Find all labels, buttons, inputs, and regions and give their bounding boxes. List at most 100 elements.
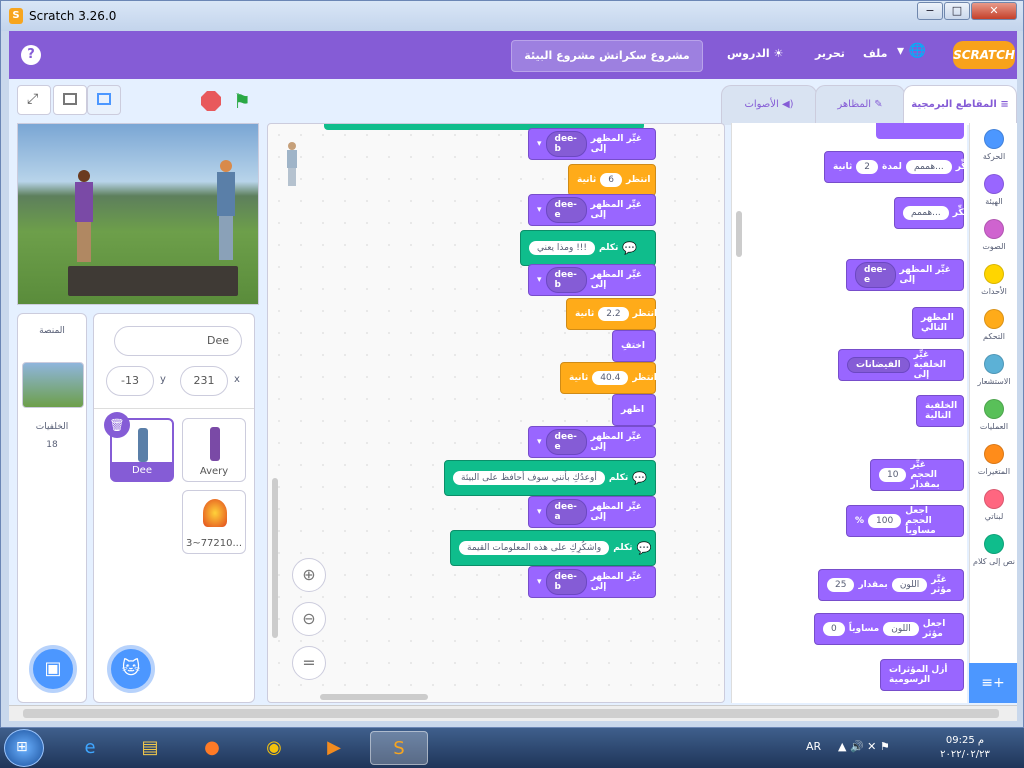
costume-dropdown[interactable]: dee-b	[545, 267, 587, 293]
palette-block[interactable]: اجعل مؤثر اللون مساوياً 0	[814, 613, 964, 645]
explorer-icon[interactable]: ▤	[128, 731, 172, 765]
dee-sprite-on-stage[interactable]	[216, 160, 236, 260]
chrome-icon[interactable]: ◉	[252, 731, 296, 765]
scratch-logo[interactable]: SCRATCH	[953, 41, 1015, 69]
project-title-input[interactable]: مشروع سكراتش مشروع البيئة الجديد	[511, 40, 703, 92]
script-block[interactable]: غيِّر المظهر إلى dee-b ▾	[528, 566, 656, 598]
media-player-icon[interactable]: ▶	[312, 731, 356, 765]
scratch-taskbar-icon[interactable]: S	[370, 731, 428, 765]
script-block[interactable]: اختفِ	[612, 330, 656, 362]
category-item[interactable]: لبناتي	[970, 489, 1018, 521]
tab-costumes[interactable]: المظاهر ✎	[815, 85, 905, 125]
maximize-button[interactable]: □	[944, 2, 970, 20]
script-block[interactable]: غيِّر المظهر إلى dee-a ▾	[528, 496, 656, 528]
close-button[interactable]: ✕	[971, 2, 1017, 20]
code-vscrollbar[interactable]	[272, 478, 278, 638]
zoom-in-button[interactable]: ⊕	[292, 558, 326, 592]
block-dropdown[interactable]: اللون	[891, 578, 928, 592]
globe-icon[interactable]: ▾ 🌐	[897, 43, 926, 59]
tab-code[interactable]: المقاطع البرمجية ≡	[903, 85, 1017, 125]
file-menu[interactable]: ملف	[863, 47, 887, 60]
block-input[interactable]: 40.4	[592, 371, 629, 385]
script-block[interactable]: غيِّر المظهر إلى dee-e ▾	[528, 194, 656, 226]
choose-sprite-button[interactable]: 🐱	[107, 645, 155, 693]
costume-dropdown[interactable]: dee-b	[545, 131, 587, 157]
avery-sprite-on-stage[interactable]	[74, 170, 94, 266]
tutorials-menu[interactable]: الدروس ☀	[727, 47, 783, 60]
palette-block[interactable]: غيِّر المظهر إلى dee-e	[846, 259, 964, 291]
costume-dropdown[interactable]: dee-b	[545, 569, 587, 595]
category-item[interactable]: نص إلى كلام	[970, 534, 1018, 566]
zoom-out-button[interactable]: ⊖	[292, 602, 326, 636]
script-block[interactable]: 💬 تكلم أوعدُكِ بأنني سوف أحافظ على البيئة	[444, 460, 656, 496]
palette-block[interactable]: أزل المؤثرات الرسومية	[880, 659, 964, 691]
sprite-x-input[interactable]: 231	[180, 366, 228, 396]
category-item[interactable]: الأحداث	[970, 264, 1018, 296]
firefox-icon[interactable]: ●	[190, 731, 234, 765]
sprite-y-input[interactable]: -13	[106, 366, 154, 396]
palette-block[interactable]: غيِّر الحجم بمقدار 10	[870, 459, 964, 491]
block-input[interactable]: 2	[856, 160, 879, 174]
script-block[interactable]: غيِّر المظهر إلى dee-b ▾	[528, 128, 656, 160]
script-block[interactable]: غيِّر المظهر إلى dee-e ▾	[528, 426, 656, 458]
palette-block[interactable]: اجعل الحجم مساوياً 100%	[846, 505, 964, 537]
tray-icons[interactable]: ▲ 🔊 ✕ ⚑	[838, 740, 890, 753]
palette-block[interactable]: غيِّر الخلفية إلى الفيضانات	[838, 349, 964, 381]
block-input[interactable]: 25	[827, 578, 855, 592]
fullscreen-button[interactable]: ⤢	[17, 85, 51, 115]
code-workspace[interactable]: غيِّر المظهر إلى dee-b ▾ انتظر 6 ثانية غيِّر ا…	[267, 123, 725, 703]
green-flag-icon[interactable]: ⚑	[233, 89, 251, 113]
add-extension-button[interactable]: ≡+	[969, 663, 1017, 703]
edit-menu[interactable]: تحرير	[815, 47, 845, 60]
block-dropdown[interactable]: اللون	[883, 622, 919, 636]
palette-block[interactable]: فكِّرهممم...	[894, 197, 967, 229]
tab-sounds[interactable]: الأصوات ◀)	[721, 85, 817, 125]
script-block[interactable]: 💬 تكلم واشكُرِكِ على هذه المعلومات القيمة	[450, 530, 656, 566]
script-block[interactable]: انتظر 2.2 ثانية	[566, 298, 657, 330]
sprite-name-input[interactable]: Dee	[114, 326, 242, 356]
palette-block[interactable]: فكِّرهممم...لمدة2ثانية	[824, 151, 967, 183]
hscroll-thumb[interactable]	[23, 709, 999, 718]
help-button[interactable]: ?	[21, 45, 41, 65]
block-input[interactable]: هممم...	[905, 160, 952, 174]
block-dropdown[interactable]: dee-e	[855, 262, 896, 288]
palette-scrollbar[interactable]	[736, 211, 742, 257]
block-input[interactable]: 6	[600, 173, 623, 187]
costume-dropdown[interactable]: dee-a	[545, 499, 587, 525]
category-item[interactable]: المتغيرات	[970, 444, 1018, 476]
clock[interactable]: 09:25 م ٢٠٢٢/٠٢/٢٣	[932, 734, 998, 762]
block-input[interactable]: ومذا يعني !!!	[529, 241, 596, 255]
choose-backdrop-button[interactable]: ▣	[29, 645, 77, 693]
block-input[interactable]: 0	[823, 622, 845, 636]
block-input[interactable]: 10	[879, 468, 907, 482]
costume-dropdown[interactable]: dee-e	[545, 197, 587, 223]
category-item[interactable]: الاستشعار	[970, 354, 1018, 386]
stage-canvas[interactable]	[17, 123, 259, 305]
window-hscrollbar[interactable]	[9, 705, 1017, 721]
category-item[interactable]: التحكم	[970, 309, 1018, 341]
script-block[interactable]: اظهر	[612, 394, 656, 426]
small-stage-button[interactable]	[53, 85, 87, 115]
script-block[interactable]: غيِّر المظهر إلى dee-b ▾	[528, 264, 656, 296]
start-button[interactable]: ⊞	[4, 729, 44, 767]
block-input[interactable]: هممم...	[903, 206, 949, 220]
category-item[interactable]: الهيئة	[970, 174, 1018, 206]
stop-icon[interactable]	[201, 91, 221, 111]
block-dropdown[interactable]: الفيضانات	[847, 357, 910, 373]
category-item[interactable]: الصوت	[970, 219, 1018, 251]
zoom-reset-button[interactable]: =	[292, 646, 326, 680]
delete-sprite-icon[interactable]: 🗑	[104, 412, 130, 438]
backdrop-thumbnail[interactable]	[22, 362, 84, 408]
sprite-tile-avery[interactable]: Avery	[182, 418, 246, 482]
block-input[interactable]: 2.2	[598, 307, 629, 321]
language-indicator[interactable]: AR	[806, 740, 821, 753]
category-item[interactable]: الحركة	[970, 129, 1018, 161]
palette-block[interactable]: المظهر التالي	[912, 307, 964, 339]
code-hscrollbar[interactable]	[320, 694, 428, 700]
block-input[interactable]: أوعدُكِ بأنني سوف أحافظ على البيئة	[453, 471, 605, 485]
ie-icon[interactable]: e	[68, 731, 112, 765]
script-block[interactable]: انتظر 6 ثانية	[568, 164, 656, 196]
block-input[interactable]: 100	[868, 514, 902, 528]
block-input[interactable]: واشكُرِكِ على هذه المعلومات القيمة	[459, 541, 610, 555]
script-block[interactable]: انتظر 40.4 ثانية	[560, 362, 657, 394]
